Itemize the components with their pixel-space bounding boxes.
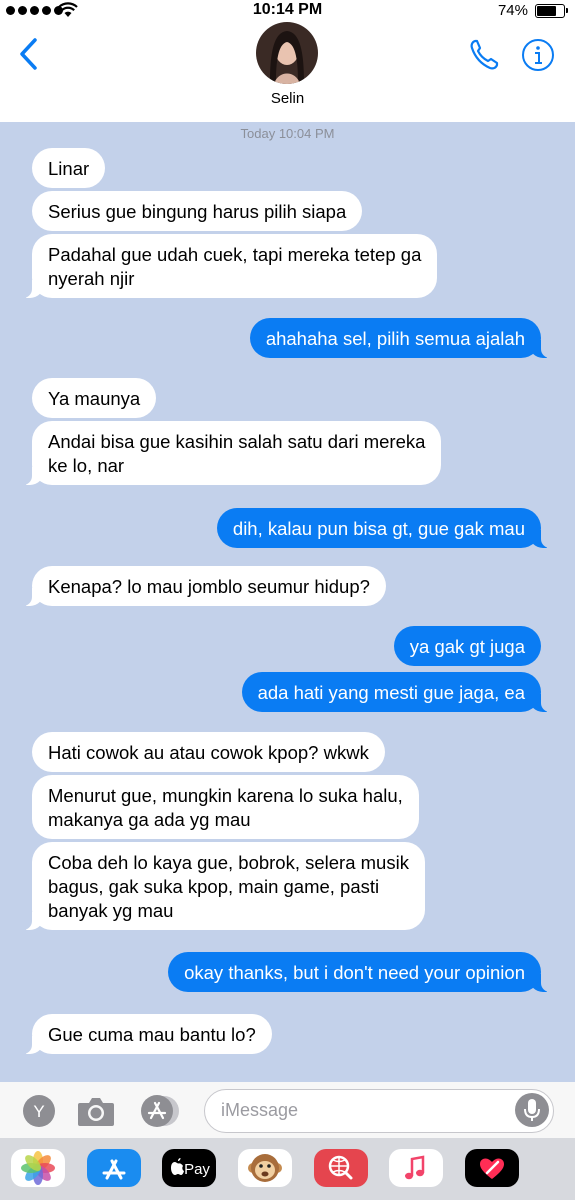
incoming-message-bubble[interactable]: Ya maunya	[32, 378, 157, 418]
message-text: Serius gue bingung harus pilih siapa	[48, 201, 347, 222]
message-text: Kenapa? lo mau jomblo seumur hidup?	[48, 576, 370, 597]
incoming-message-bubble[interactable]: Andai bisa gue kasihin salah satu dari m…	[21, 421, 442, 485]
message-text: ya gak gt juga	[409, 636, 525, 657]
message-text: ada hati yang mesti gue jaga, ea	[257, 682, 525, 703]
phone-call-icon[interactable]	[468, 38, 500, 72]
status-time: 10:14 PM	[252, 1, 323, 18]
battery-icon	[535, 4, 568, 18]
incoming-message-bubble[interactable]: Padahal gue udah cuek, tapi mereka tetep…	[21, 234, 438, 298]
outgoing-message-bubble[interactable]: ahahaha sel, pilih semua ajalah	[249, 318, 552, 358]
message-text: Menurut gue, mungkin karena lo suka halu…	[48, 785, 403, 830]
message-text: Hati cowok au atau cowok kpop? wkwk	[48, 742, 369, 763]
memoji-icon[interactable]: Y	[21, 1093, 57, 1129]
photos-app-icon[interactable]	[11, 1149, 65, 1187]
thread-timestamp: Today 10:04 PM	[240, 126, 335, 141]
info-icon[interactable]	[521, 38, 555, 72]
app-store-icon[interactable]	[137, 1093, 183, 1129]
digital-touch-app-icon[interactable]	[465, 1149, 519, 1187]
message-text-field[interactable]	[221, 1090, 501, 1131]
imessage-app-tray: Pay	[0, 1138, 575, 1200]
message-text: Padahal gue udah cuek, tapi mereka tetep…	[48, 244, 422, 289]
apple-pay-label: Pay	[184, 1161, 210, 1178]
apple-pay-app-icon[interactable]: Pay	[162, 1149, 216, 1187]
incoming-message-bubble[interactable]: Linar	[32, 148, 106, 188]
conversation-header: Selin	[0, 22, 575, 122]
back-chevron-icon[interactable]	[16, 36, 42, 72]
microphone-icon[interactable]	[515, 1093, 549, 1127]
message-text: Linar	[48, 158, 90, 179]
outgoing-message-bubble[interactable]: ada hati yang mesti gue jaga, ea	[241, 672, 552, 712]
contact-name[interactable]: Selin	[0, 90, 575, 107]
message-text: Ya maunya	[48, 388, 141, 409]
message-text: Coba deh lo kaya gue, bobrok, selera mus…	[48, 852, 409, 921]
message-text: ahahaha sel, pilih semua ajalah	[265, 328, 525, 349]
outgoing-message-bubble[interactable]: ya gak gt juga	[393, 626, 541, 666]
outgoing-message-bubble[interactable]: dih, kalau pun bisa gt, gue gak mau	[216, 508, 552, 548]
animoji-app-icon[interactable]	[238, 1149, 292, 1187]
message-text: okay thanks, but i don't need your opini…	[184, 962, 525, 983]
incoming-message-bubble[interactable]: Kenapa? lo mau jomblo seumur hidup?	[22, 566, 386, 606]
incoming-message-bubble[interactable]: Hati cowok au atau cowok kpop? wkwk	[32, 732, 385, 772]
imessage-input[interactable]	[204, 1089, 554, 1133]
compose-bar: Y	[0, 1082, 575, 1138]
memoji-letter: Y	[33, 1102, 44, 1121]
message-text: Gue cuma mau bantu lo?	[48, 1024, 256, 1045]
message-text: dih, kalau pun bisa gt, gue gak mau	[232, 518, 525, 539]
camera-icon[interactable]	[76, 1093, 116, 1129]
outgoing-message-bubble[interactable]: okay thanks, but i don't need your opini…	[168, 952, 551, 992]
incoming-message-bubble[interactable]: Coba deh lo kaya gue, bobrok, selera mus…	[22, 842, 425, 930]
app-store-app-icon[interactable]	[87, 1149, 141, 1187]
status-bar: 10:14 PM 74%	[0, 0, 575, 22]
contact-avatar[interactable]	[256, 22, 318, 84]
incoming-message-bubble[interactable]: Menurut gue, mungkin karena lo suka halu…	[32, 775, 419, 839]
battery-percentage: 74%	[497, 2, 528, 19]
message-thread[interactable]: Today 10:04 PM Linar Serius gue bingung h…	[0, 122, 575, 1082]
incoming-message-bubble[interactable]: Gue cuma mau bantu lo?	[22, 1014, 272, 1054]
incoming-message-bubble[interactable]: Serius gue bingung harus pilih siapa	[32, 191, 363, 231]
message-text: Andai bisa gue kasihin salah satu dari m…	[48, 431, 426, 476]
web-search-app-icon[interactable]	[314, 1149, 368, 1187]
music-app-icon[interactable]	[389, 1149, 443, 1187]
